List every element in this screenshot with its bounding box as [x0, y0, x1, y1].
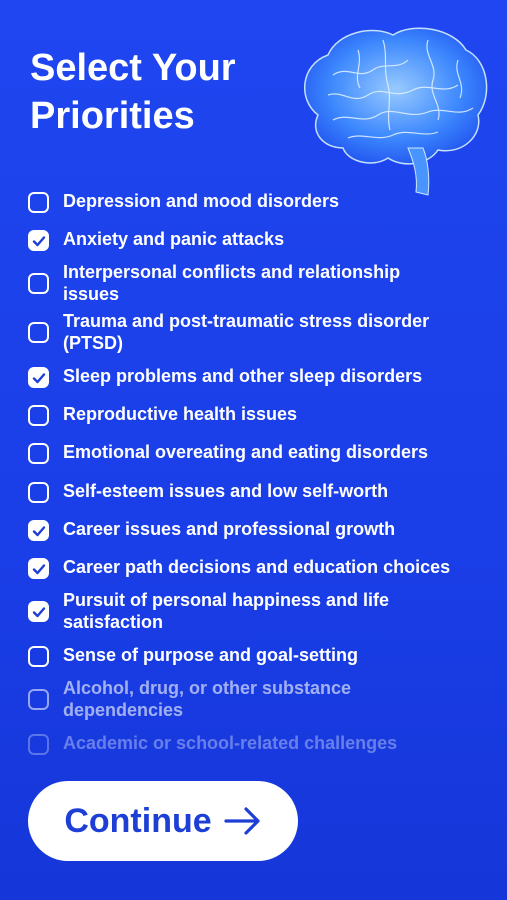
- checkbox-icon[interactable]: [28, 734, 49, 755]
- continue-button[interactable]: Continue: [28, 781, 298, 861]
- priority-item-substance[interactable]: Alcohol, drug, or other substance depend…: [28, 677, 488, 721]
- priority-item-anxiety[interactable]: Anxiety and panic attacks: [28, 228, 488, 251]
- checkbox-icon[interactable]: [28, 367, 49, 388]
- priority-label: Reproductive health issues: [63, 404, 298, 424]
- priority-item-reproductive[interactable]: Reproductive health issues: [28, 403, 488, 426]
- priority-label: Sense of purpose and goal-setting: [63, 645, 359, 665]
- checkbox-icon[interactable]: [28, 273, 49, 294]
- checkbox-icon[interactable]: [28, 443, 49, 464]
- priority-label: Depression and mood disorders: [63, 191, 340, 211]
- priority-label: Pursuit of personal happiness and life s…: [63, 590, 390, 632]
- priority-item-career[interactable]: Career issues and professional growth: [28, 518, 488, 541]
- continue-label: Continue: [64, 801, 212, 840]
- checkbox-icon[interactable]: [28, 558, 49, 579]
- priority-item-interpersonal[interactable]: Interpersonal conflicts and relationship…: [28, 261, 488, 305]
- priority-label: Career issues and professional growth: [63, 519, 396, 539]
- priority-label: Alcohol, drug, or other substance depend…: [63, 678, 352, 720]
- priority-item-sleep[interactable]: Sleep problems and other sleep disorders: [28, 365, 488, 388]
- priority-label: Self-esteem issues and low self-worth: [63, 481, 389, 501]
- checkmark-icon: [32, 235, 45, 246]
- checkbox-icon[interactable]: [28, 482, 49, 503]
- checkbox-icon[interactable]: [28, 230, 49, 251]
- page-title-line1: Select Your: [30, 47, 236, 89]
- priority-item-purpose[interactable]: Sense of purpose and goal-setting: [28, 644, 488, 667]
- priority-label: Interpersonal conflicts and relationship…: [63, 262, 401, 304]
- checkbox-icon[interactable]: [28, 646, 49, 667]
- priority-label: Academic or school-related challenges: [63, 733, 398, 753]
- checkbox-icon[interactable]: [28, 405, 49, 426]
- arrow-right-icon: [224, 807, 260, 835]
- page-title-line2: Priorities: [30, 95, 195, 137]
- checkmark-icon: [32, 525, 45, 536]
- checkmark-icon: [32, 606, 45, 617]
- checkbox-icon[interactable]: [28, 322, 49, 343]
- priority-item-eating[interactable]: Emotional overeating and eating disorder…: [28, 441, 488, 464]
- checkbox-icon[interactable]: [28, 520, 49, 541]
- priority-item-depression[interactable]: Depression and mood disorders: [28, 190, 488, 213]
- priority-label: Trauma and post-traumatic stress disorde…: [63, 311, 430, 353]
- priority-item-academic[interactable]: Academic or school-related challenges: [28, 732, 488, 755]
- checkbox-icon[interactable]: [28, 192, 49, 213]
- priority-item-career-path[interactable]: Career path decisions and education choi…: [28, 556, 488, 579]
- priority-label: Anxiety and panic attacks: [63, 229, 285, 249]
- checkmark-icon: [32, 372, 45, 383]
- brain-icon: [304, 27, 488, 196]
- priority-label: Career path decisions and education choi…: [63, 557, 451, 577]
- priority-label: Emotional overeating and eating disorder…: [63, 442, 429, 462]
- priority-label: Sleep problems and other sleep disorders: [63, 366, 423, 386]
- priority-item-self-esteem[interactable]: Self-esteem issues and low self-worth: [28, 480, 488, 503]
- priority-item-trauma[interactable]: Trauma and post-traumatic stress disorde…: [28, 310, 488, 354]
- checkmark-icon: [32, 563, 45, 574]
- checkbox-icon[interactable]: [28, 689, 49, 710]
- priority-item-happiness[interactable]: Pursuit of personal happiness and life s…: [28, 589, 488, 633]
- checkbox-icon[interactable]: [28, 601, 49, 622]
- page-title: Select Your Priorities: [30, 44, 290, 140]
